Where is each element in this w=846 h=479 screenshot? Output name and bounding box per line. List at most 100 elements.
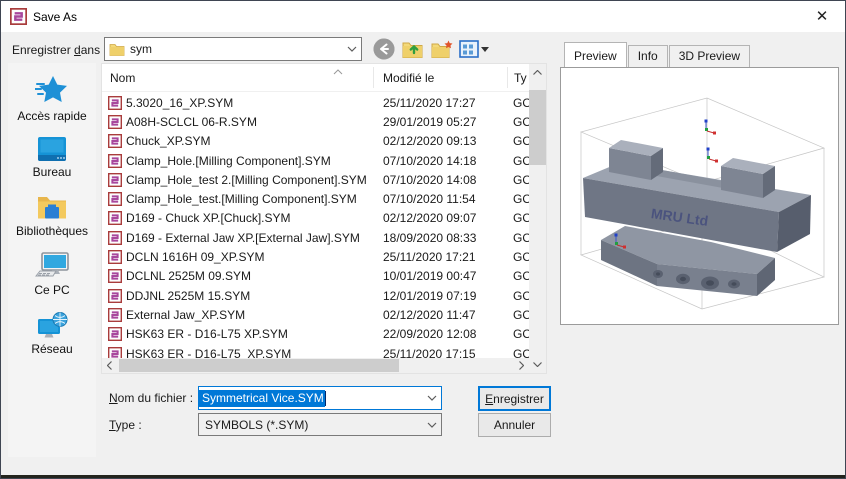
file-modified: 29/01/2019 05:27 xyxy=(383,115,476,129)
sort-ascending-icon xyxy=(333,64,343,78)
file-name: External Jaw_XP.SYM xyxy=(126,308,374,322)
sidebar-item-label: Réseau xyxy=(31,342,72,356)
sidebar-item-label: Bureau xyxy=(33,165,72,179)
chevron-down-icon xyxy=(343,38,361,60)
sym-file-icon xyxy=(108,250,122,264)
horizontal-scroll-thumb[interactable] xyxy=(119,359,399,372)
folder-up-icon xyxy=(401,39,424,60)
file-row[interactable]: 5.3020_16_XP.SYM 25/11/2020 17:27 GO xyxy=(102,93,529,112)
close-button[interactable]: ✕ xyxy=(807,4,837,28)
file-row[interactable]: DCLNL 2525M 09.SYM 10/01/2019 00:47 GO xyxy=(102,267,529,286)
file-modified: 22/09/2020 12:08 xyxy=(383,327,476,341)
filetype-label: Type : xyxy=(109,418,142,432)
sidebar-item-desktop[interactable]: Bureau xyxy=(8,136,96,179)
file-type: GO xyxy=(513,134,529,148)
file-type: GO xyxy=(513,154,529,168)
file-row[interactable]: D169 - External Jaw XP.[External Jaw].SY… xyxy=(102,228,529,247)
vertical-scroll-thumb[interactable] xyxy=(529,90,546,165)
sym-file-icon xyxy=(108,211,122,225)
file-list: Nom Modifié le Ty 5.3020_16_XP.SYM 25/11… xyxy=(101,63,547,374)
view-menu-button[interactable] xyxy=(457,37,491,61)
file-row[interactable]: Clamp_Hole.[Milling Component].SYM 07/10… xyxy=(102,151,529,170)
sidebar-item-this-pc[interactable]: Ce PC xyxy=(8,252,96,297)
file-name: D169 - Chuck XP.[Chuck].SYM xyxy=(126,211,374,225)
file-name: DDJNL 2525M 15.SYM xyxy=(126,289,374,303)
tab-preview[interactable]: Preview xyxy=(564,42,627,67)
libraries-icon xyxy=(36,193,68,221)
title-bar: Save As ✕ xyxy=(1,1,845,32)
file-row[interactable]: Clamp_Hole_test.[Milling Component].SYM … xyxy=(102,189,529,208)
sym-file-icon xyxy=(108,134,122,148)
file-name: D169 - External Jaw XP.[External Jaw].SY… xyxy=(126,231,374,245)
save-button-label: Enregistrer xyxy=(485,392,544,406)
file-row[interactable]: A08H-SCLCL 06-R.SYM 29/01/2019 05:27 GO xyxy=(102,112,529,131)
filetype-combobox[interactable]: SYMBOLS (*.SYM) xyxy=(198,413,442,436)
file-row[interactable]: Chuck_XP.SYM 02/12/2020 09:13 GO xyxy=(102,132,529,151)
desktop-icon xyxy=(37,136,67,162)
chevron-down-icon xyxy=(423,414,441,435)
new-folder-icon xyxy=(430,39,454,60)
file-modified: 07/10/2020 11:54 xyxy=(383,192,476,206)
scroll-left-icon[interactable] xyxy=(102,358,117,373)
file-name: Chuck_XP.SYM xyxy=(126,134,374,148)
file-row[interactable]: External Jaw_XP.SYM 02/12/2020 11:47 GO xyxy=(102,305,529,324)
scroll-down-icon[interactable] xyxy=(529,356,546,373)
file-type: GO xyxy=(513,211,529,225)
file-type: GO xyxy=(513,96,529,110)
file-type: GO xyxy=(513,192,529,206)
column-header-modified[interactable]: Modifié le xyxy=(383,71,434,85)
column-header-name[interactable]: Nom xyxy=(110,71,135,85)
column-divider[interactable] xyxy=(373,67,374,88)
app-icon xyxy=(10,8,27,25)
sym-file-icon xyxy=(108,327,122,341)
save-button[interactable]: Enregistrer xyxy=(478,386,551,411)
view-menu-icon xyxy=(459,40,479,58)
text-cursor xyxy=(325,391,326,406)
axis-triad xyxy=(707,148,719,163)
sym-file-icon xyxy=(108,308,122,322)
save-in-combobox[interactable]: sym xyxy=(104,37,362,61)
back-button[interactable] xyxy=(372,37,396,61)
file-modified: 25/11/2020 17:27 xyxy=(383,96,476,110)
file-modified: 07/10/2020 14:08 xyxy=(383,173,476,187)
sidebar-item-quick-access[interactable]: Accès rapide xyxy=(8,74,96,123)
sidebar-item-libraries[interactable]: Bibliothèques xyxy=(8,193,96,238)
tab-3d-preview[interactable]: 3D Preview xyxy=(669,45,750,67)
cancel-button[interactable]: Annuler xyxy=(478,413,551,437)
up-one-level-button[interactable] xyxy=(400,37,424,61)
vertical-scrollbar[interactable] xyxy=(529,64,546,373)
file-row[interactable]: DDJNL 2525M 15.SYM 12/01/2019 07:19 GO xyxy=(102,286,529,305)
axis-triad xyxy=(705,120,717,135)
scroll-right-icon[interactable] xyxy=(514,358,529,373)
file-modified: 18/09/2020 08:33 xyxy=(383,231,476,245)
file-row[interactable]: Clamp_Hole_test 2.[Milling Component].SY… xyxy=(102,170,529,189)
sym-file-icon xyxy=(108,96,122,110)
horizontal-scrollbar[interactable] xyxy=(102,358,529,373)
3d-model-preview: MRU Ltd xyxy=(561,68,838,324)
new-folder-button[interactable] xyxy=(430,37,454,61)
save-in-label: Enregistrer dans : xyxy=(12,43,107,57)
preview-panel: MRU Ltd xyxy=(560,67,839,325)
quick-access-icon xyxy=(35,74,69,106)
column-header-type[interactable]: Ty xyxy=(514,71,527,85)
file-row[interactable]: DCLN 1616H 09_XP.SYM 25/11/2020 17:21 GO xyxy=(102,247,529,266)
file-row[interactable]: HSK63 ER - D16-L75 XP.SYM 22/09/2020 12:… xyxy=(102,325,529,344)
back-icon xyxy=(373,38,395,60)
file-row[interactable]: D169 - Chuck XP.[Chuck].SYM 02/12/2020 0… xyxy=(102,209,529,228)
sym-file-icon xyxy=(108,173,122,187)
dropdown-arrow-icon xyxy=(481,47,489,52)
filename-combobox[interactable]: Symmetrical Vice.SYM xyxy=(198,386,442,410)
sidebar-item-network[interactable]: Réseau xyxy=(8,311,96,356)
column-divider[interactable] xyxy=(507,67,508,88)
file-rows: 5.3020_16_XP.SYM 25/11/2020 17:27 GO A08… xyxy=(102,93,529,363)
tab-info[interactable]: Info xyxy=(628,45,668,67)
file-type: GO xyxy=(513,250,529,264)
sidebar-item-label: Accès rapide xyxy=(17,109,86,123)
file-modified: 02/12/2020 09:07 xyxy=(383,211,476,225)
file-name: Clamp_Hole_test.[Milling Component].SYM xyxy=(126,192,374,206)
scroll-up-icon[interactable] xyxy=(529,64,546,81)
save-in-value: sym xyxy=(130,42,152,56)
preview-tabs: Preview Info 3D Preview xyxy=(564,42,751,67)
file-type: GO xyxy=(513,231,529,245)
sym-file-icon xyxy=(108,269,122,283)
